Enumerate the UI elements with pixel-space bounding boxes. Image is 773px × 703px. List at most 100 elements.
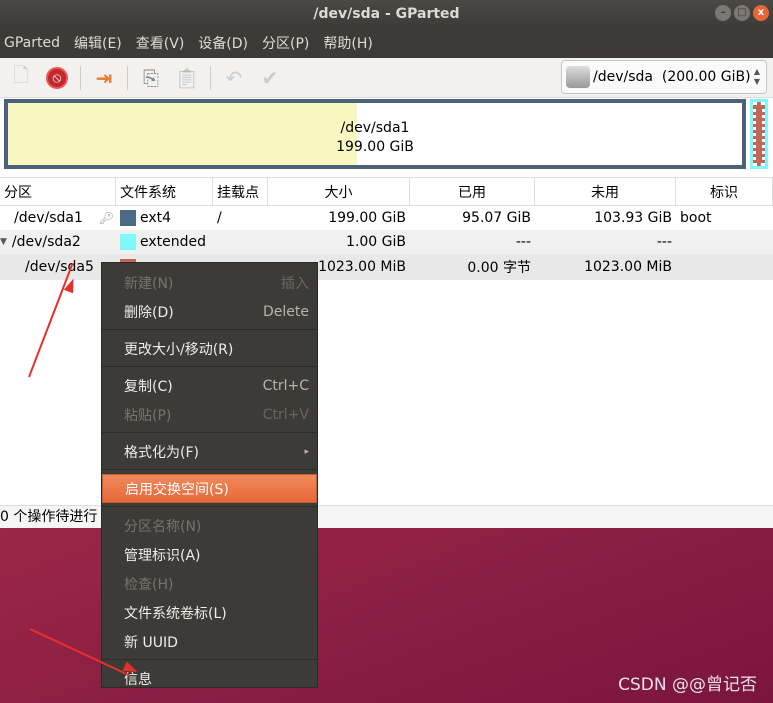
partition-name: /dev/sda1 xyxy=(14,210,83,226)
watermark: CSDN @@曾记否 xyxy=(618,675,757,695)
menu-view[interactable]: 查看(V) xyxy=(136,33,185,53)
new-partition-icon[interactable]: 🗋 xyxy=(8,63,34,91)
toolbar-separator xyxy=(127,65,128,90)
col-header-mountpoint[interactable]: 挂载点 xyxy=(213,178,268,205)
menu-item-label: 删除(D) xyxy=(124,304,174,321)
menu-item-label: 管理标识(A) xyxy=(124,547,201,564)
title-bar: /dev/sda - GParted – □ x xyxy=(0,0,773,28)
spinner-arrows-icon: ▲ ▼ xyxy=(753,67,760,86)
used: --- xyxy=(515,234,531,250)
menu-item-accel: Delete xyxy=(263,303,309,320)
mountpoint: / xyxy=(217,210,222,226)
toolbar: 🗋 ⦸ ⇥ ⎘ 📋︎ ↶ ✔ /dev/sda (200.00 GiB) ▲ ▼ xyxy=(0,58,773,98)
used: 95.07 GiB xyxy=(462,210,531,226)
menu-separator xyxy=(102,506,317,507)
col-header-partition[interactable]: 分区 xyxy=(0,178,116,205)
disk-map-sda1[interactable]: /dev/sda1 199.00 GiB xyxy=(4,99,746,169)
menu-separator xyxy=(102,432,317,433)
menu-item-delete[interactable]: 删除(D) Delete xyxy=(102,297,317,326)
device-selector[interactable]: /dev/sda (200.00 GiB) ▲ ▼ xyxy=(561,60,767,94)
context-menu: 新建(N) 插入 删除(D) Delete 更改大小/移动(R) 复制(C) Ctrl… xyxy=(101,262,318,688)
undo-icon[interactable]: ↶ xyxy=(221,65,247,91)
menu-gparted[interactable]: GParted xyxy=(4,35,60,51)
menu-item-check[interactable]: 检查(H) xyxy=(102,569,317,598)
flags: boot xyxy=(680,210,712,226)
menu-item-label: 检查(H) xyxy=(124,576,174,593)
menu-bar: GParted 编辑(E) 查看(V) 设备(D) 分区(P) 帮助(H) xyxy=(0,28,773,58)
disk-map-sda5[interactable] xyxy=(753,102,765,166)
menu-separator xyxy=(102,329,317,330)
menu-item-new-uuid[interactable]: 新 UUID xyxy=(102,627,317,656)
fs-color-swatch xyxy=(120,234,136,250)
menu-item-label: 新 UUID xyxy=(124,634,178,651)
menu-separator xyxy=(102,366,317,367)
minimize-button[interactable]: – xyxy=(715,5,731,21)
col-header-flags[interactable]: 标识 xyxy=(676,178,773,205)
unused: 1023.00 MiB xyxy=(584,259,672,275)
paste-icon[interactable]: 📋︎ xyxy=(174,65,200,91)
device-selector-value: /dev/sda (200.00 GiB) xyxy=(593,69,751,85)
menu-item-resize-move[interactable]: 更改大小/移动(R) xyxy=(102,334,317,363)
menu-partition[interactable]: 分区(P) xyxy=(262,33,309,53)
table-header: 分区 文件系统 挂载点 大小 已用 未用 标识 xyxy=(0,177,773,206)
menu-item-label: 启用交换空间(S) xyxy=(125,481,229,498)
disk-map-size: 199.00 GiB xyxy=(336,139,414,155)
menu-item-accel: Ctrl+V xyxy=(262,406,309,423)
table-row[interactable]: ▼ /dev/sda2 extended 1.00 GiB --- --- xyxy=(0,230,773,254)
disk-map-extended[interactable] xyxy=(750,99,768,169)
menu-item-partition-name[interactable]: 分区名称(N) xyxy=(102,511,317,540)
menu-item-manage-flags[interactable]: 管理标识(A) xyxy=(102,540,317,569)
menu-separator xyxy=(102,659,317,660)
partition-name: /dev/sda2 xyxy=(11,234,81,250)
toolbar-separator xyxy=(210,65,211,90)
size: 199.00 GiB xyxy=(328,210,406,226)
fs-color-swatch xyxy=(120,210,136,226)
col-header-size[interactable]: 大小 xyxy=(268,178,410,205)
menu-item-fs-label[interactable]: 文件系统卷标(L) xyxy=(102,598,317,627)
col-header-used[interactable]: 已用 xyxy=(410,178,535,205)
menu-item-label: 粘贴(P) xyxy=(124,407,172,424)
key-icon: 🔑︎ xyxy=(98,211,114,225)
partition-name: /dev/sda5 xyxy=(25,259,94,275)
disk-map-label: /dev/sda1 xyxy=(340,120,410,136)
menu-item-label: 更改大小/移动(R) xyxy=(124,341,234,358)
maximize-button[interactable]: □ xyxy=(734,5,750,21)
menu-item-label: 新建(N) xyxy=(124,275,174,292)
menu-separator xyxy=(102,469,317,470)
table-row[interactable]: /dev/sda1 🔑︎ ext4 / 199.00 GiB 95.07 GiB … xyxy=(0,206,773,230)
window-title: /dev/sda - GParted xyxy=(313,6,460,22)
unused: 103.93 GiB xyxy=(594,210,672,226)
filesystem: extended xyxy=(140,234,207,250)
menu-item-accel: Ctrl+C xyxy=(262,377,309,394)
submenu-arrow-icon: ▸ xyxy=(304,446,309,457)
col-header-filesystem[interactable]: 文件系统 xyxy=(116,178,213,205)
toolbar-separator xyxy=(80,65,81,90)
menu-edit[interactable]: 编辑(E) xyxy=(74,33,122,53)
menu-help[interactable]: 帮助(H) xyxy=(323,33,372,53)
menu-item-label: 分区名称(N) xyxy=(124,518,202,535)
menu-item-copy[interactable]: 复制(C) Ctrl+C xyxy=(102,371,317,400)
delete-icon[interactable]: ⦸ xyxy=(44,65,70,91)
copy-icon[interactable]: ⎘ xyxy=(138,65,164,91)
close-button[interactable]: x xyxy=(753,5,769,21)
menu-item-label: 文件系统卷标(L) xyxy=(124,605,227,622)
menu-item-new[interactable]: 新建(N) 插入 xyxy=(102,268,317,297)
menu-item-swapon[interactable]: 启用交换空间(S) xyxy=(102,474,317,503)
flags xyxy=(676,230,773,254)
used: 0.00 字节 xyxy=(467,260,531,276)
hard-disk-icon xyxy=(566,66,590,88)
mountpoint xyxy=(213,230,268,254)
menu-item-label: 复制(C) xyxy=(124,378,173,395)
size: 1.00 GiB xyxy=(346,234,406,250)
menu-item-format-as[interactable]: 格式化为(F) ▸ xyxy=(102,437,317,466)
apply-icon[interactable]: ✔ xyxy=(257,65,283,91)
menu-item-paste[interactable]: 粘贴(P) Ctrl+V xyxy=(102,400,317,429)
col-header-unused[interactable]: 未用 xyxy=(535,178,676,205)
menu-item-label: 格式化为(F) xyxy=(124,444,199,461)
menu-device[interactable]: 设备(D) xyxy=(198,33,248,53)
menu-item-accel: 插入 xyxy=(281,275,309,292)
resize-move-icon[interactable]: ⇥ xyxy=(91,65,117,91)
flags xyxy=(676,254,773,280)
filesystem: ext4 xyxy=(140,210,172,226)
expander-icon[interactable]: ▼ xyxy=(0,237,7,247)
